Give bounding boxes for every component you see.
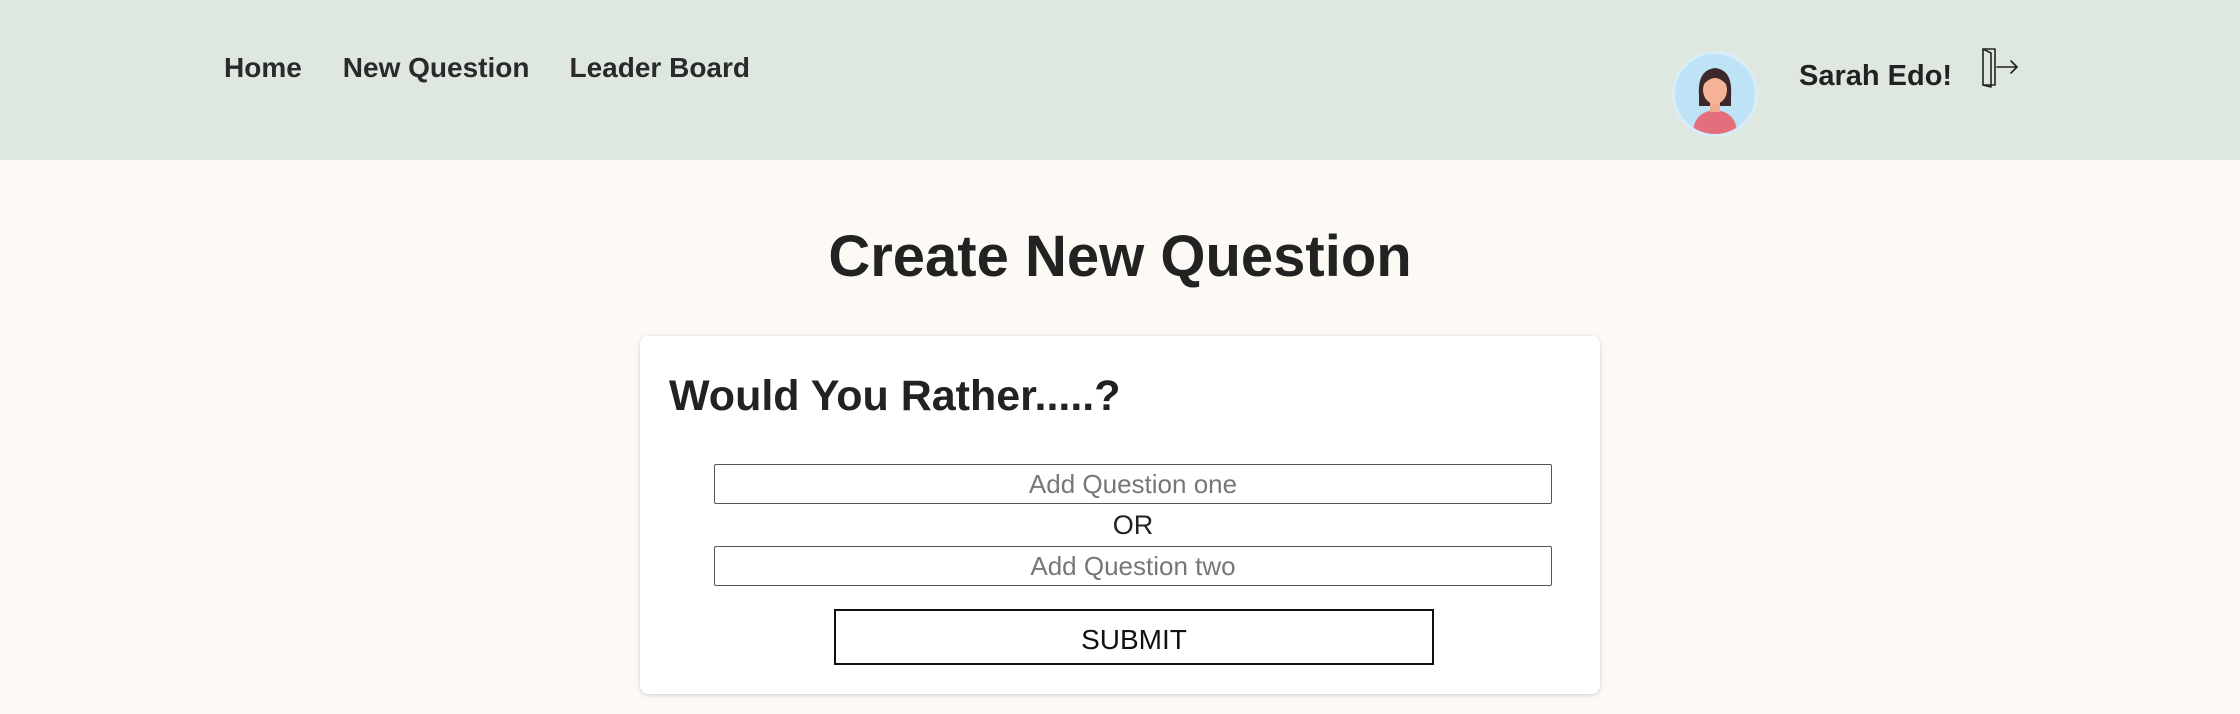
- nav-leader-board-link[interactable]: Leader Board: [570, 50, 751, 86]
- logout-door-icon: [1982, 48, 2018, 88]
- question-two-input[interactable]: [714, 546, 1552, 586]
- main-nav: Home New Question Leader Board: [224, 50, 750, 86]
- or-separator: OR: [1112, 510, 1154, 540]
- woman-avatar-icon: [1675, 54, 1755, 134]
- user-avatar: [1675, 54, 1755, 134]
- top-header: Home New Question Leader Board Sarah Edo…: [0, 0, 2240, 160]
- question-one-input[interactable]: [714, 464, 1552, 504]
- logout-button[interactable]: [1977, 45, 2021, 89]
- submit-button[interactable]: SUBMIT: [834, 609, 1434, 665]
- card-heading: Would You Rather.....?: [669, 372, 1121, 420]
- user-greeting: Sarah Edo!: [1799, 60, 1953, 92]
- nav-home-link[interactable]: Home: [224, 50, 302, 86]
- nav-new-question-link[interactable]: New Question: [343, 50, 530, 86]
- new-question-card: Would You Rather.....? OR SUBMIT: [640, 336, 1600, 694]
- page-title: Create New Question: [828, 224, 1412, 289]
